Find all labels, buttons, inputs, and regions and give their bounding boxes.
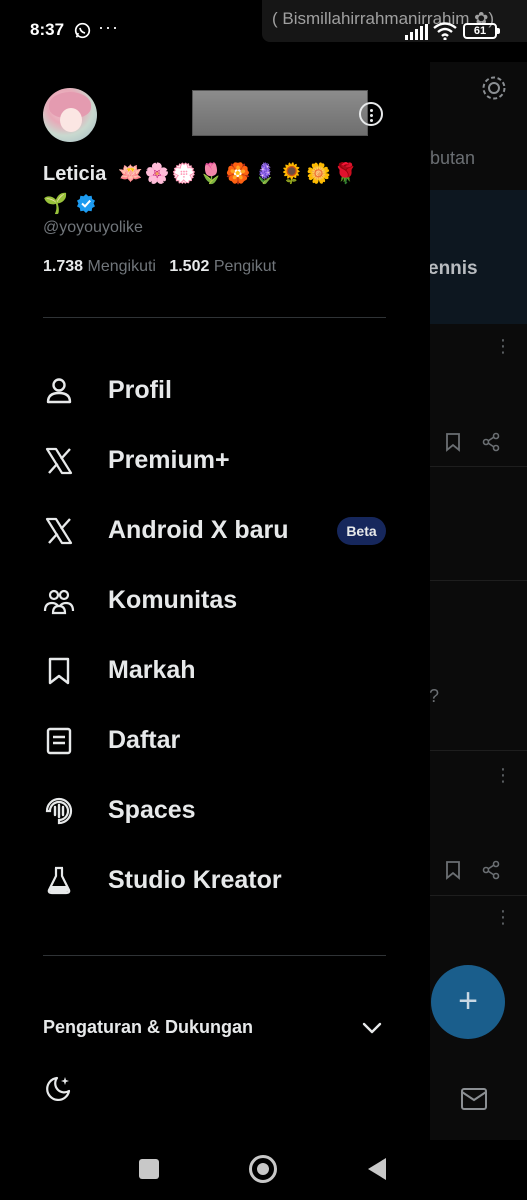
- person-icon: [46, 378, 72, 404]
- background-divider: [430, 895, 527, 896]
- background-card-text: ennis: [428, 258, 478, 279]
- menu-item-android-x[interactable]: Android X baru Beta: [43, 503, 388, 559]
- signal-icon: [405, 24, 428, 40]
- background-bookmark-icon: [446, 861, 460, 880]
- menu-item-studio-kreator[interactable]: Studio Kreator: [43, 853, 388, 909]
- verified-badge-icon: [77, 194, 95, 213]
- banner-text: ( Bismillahirrahmanirrahim ✿): [272, 9, 495, 28]
- dark-mode-moon-icon[interactable]: [43, 1074, 73, 1104]
- menu-label: Komunitas: [108, 586, 238, 614]
- menu-label: Daftar: [108, 726, 181, 754]
- menu-item-komunitas[interactable]: Komunitas: [43, 573, 388, 629]
- background-bookmark-icon: [446, 433, 460, 452]
- menu-item-profil[interactable]: Profil: [43, 363, 388, 419]
- handle: @yoyouyolike: [43, 219, 143, 236]
- background-share-icon: [482, 432, 500, 452]
- followers-count[interactable]: 1.502: [169, 258, 209, 275]
- menu-label: Markah: [108, 656, 196, 684]
- x-logo-icon: [45, 447, 73, 475]
- follow-stats: 1.738 Mengikuti 1.502 Pengikut: [43, 258, 276, 276]
- background-share-icon: [482, 860, 500, 880]
- list-icon: [46, 727, 72, 755]
- overflow-dots: ···: [98, 17, 119, 37]
- background-more-icon: ⋮: [494, 336, 512, 356]
- display-name[interactable]: Leticia: [43, 163, 106, 186]
- whatsapp-icon: [74, 22, 91, 39]
- background-tab-label: butan: [430, 148, 476, 168]
- following-label[interactable]: Mengikuti: [88, 258, 156, 275]
- menu-item-daftar[interactable]: Daftar: [43, 713, 388, 769]
- status-bar: 8:37 ··· ( Bismillahirrahmanirrahim ✿) 6…: [0, 0, 527, 62]
- menu-label: Premium+: [108, 446, 230, 474]
- system-nav-bar: [0, 1140, 527, 1200]
- avatar-face: [60, 108, 82, 132]
- background-divider: [430, 466, 527, 467]
- communities-icon: [43, 589, 75, 615]
- divider-top: [43, 317, 386, 318]
- menu-item-spaces[interactable]: Spaces: [43, 783, 388, 839]
- followers-label[interactable]: Pengikut: [214, 258, 276, 275]
- spaces-icon: [45, 797, 73, 825]
- compose-fab[interactable]: +: [431, 965, 505, 1039]
- back-arrow-icon[interactable]: [368, 1158, 386, 1180]
- chevron-down-icon: [362, 1022, 382, 1034]
- background-divider: [430, 750, 527, 751]
- home-button-icon[interactable]: [249, 1155, 277, 1183]
- beta-badge: Beta: [337, 517, 386, 545]
- menu-item-premium[interactable]: Premium+: [43, 433, 388, 489]
- flask-icon: [47, 866, 71, 895]
- background-divider: [430, 580, 527, 581]
- name-emojis: 🪷🌸💮🌷🏵️🪻🌻🌼🌹: [118, 163, 361, 185]
- following-count[interactable]: 1.738: [43, 258, 83, 275]
- avatar[interactable]: [43, 88, 97, 142]
- settings-label: Pengaturan & Dukungan: [43, 1017, 254, 1037]
- menu-item-markah[interactable]: Markah: [43, 643, 388, 699]
- divider-bottom: [43, 955, 386, 956]
- menu-label: Android X baru: [108, 516, 289, 544]
- messages-icon[interactable]: [460, 1087, 488, 1111]
- battery-icon: 61: [463, 23, 500, 39]
- recent-apps-icon[interactable]: [139, 1159, 159, 1179]
- name-emoji-line2: 🌱: [43, 193, 68, 215]
- settings-support-toggle[interactable]: Pengaturan & Dukungan: [43, 1005, 388, 1049]
- menu-label: Profil: [108, 376, 172, 404]
- x-logo-icon: [45, 517, 73, 545]
- settings-gear-icon[interactable]: [480, 74, 508, 102]
- wifi-icon: [433, 22, 457, 40]
- background-text-fragment: ?: [429, 686, 440, 706]
- menu-label: Studio Kreator: [108, 866, 282, 894]
- menu-label: Spaces: [108, 796, 196, 824]
- plus-icon: +: [458, 982, 478, 1020]
- background-card: [430, 190, 527, 324]
- background-more-icon: ⋮: [494, 907, 512, 927]
- bookmark-icon: [48, 657, 70, 685]
- redacted-area: [192, 90, 368, 136]
- more-accounts-icon[interactable]: [359, 102, 383, 126]
- background-more-icon: ⋮: [494, 765, 512, 785]
- status-time: 8:37: [30, 20, 65, 39]
